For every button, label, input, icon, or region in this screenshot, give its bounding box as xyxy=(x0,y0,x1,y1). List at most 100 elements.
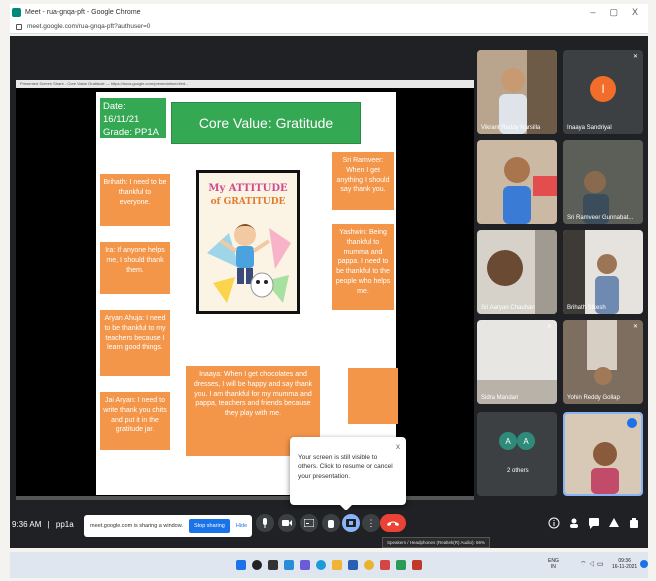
participant-tile-sri-ramveer[interactable]: Sri Ramveer Gunnabat... xyxy=(563,140,643,224)
note-brihath: Brihath: I need to be thankful to everyo… xyxy=(100,174,170,226)
present-button[interactable] xyxy=(342,514,360,532)
app-icon-3[interactable] xyxy=(412,560,422,570)
note-jai-aryan: Jai Aryan: I need to write thank you chi… xyxy=(100,392,170,450)
search-icon[interactable] xyxy=(252,560,262,570)
app-icon[interactable] xyxy=(380,560,390,570)
note-sri-ramveer: Sri Ramveer: When I get anything I shoul… xyxy=(332,152,394,210)
start-icon[interactable] xyxy=(236,560,246,570)
chrome-icon[interactable] xyxy=(364,560,374,570)
participant-tile-sidra[interactable]: ✕ Sidra Mandari xyxy=(477,320,557,404)
phone-hangup-icon xyxy=(387,521,399,526)
participant-tile-sri-aaryan[interactable]: Sri Aaryan Chauhan xyxy=(477,230,557,314)
participant-name: Vikrant Reddy Narsilla xyxy=(481,125,541,131)
avatar-initial: A xyxy=(505,436,511,446)
participant-video xyxy=(477,140,557,224)
share-message: meet.google.com is sharing a window. xyxy=(90,523,183,529)
participant-name: Sri Aaryan Chauhan xyxy=(481,305,535,311)
presentation-paused-popup: x Your screen is still visible to others… xyxy=(290,437,406,511)
hand-icon xyxy=(328,520,334,528)
url-text: meet.google.com/rua-gnqa-pft?authuser=0 xyxy=(27,23,151,30)
chat-app-icon[interactable] xyxy=(300,560,310,570)
hide-button[interactable]: Hide xyxy=(236,523,247,529)
avatar-initial: I xyxy=(601,82,605,96)
participant-video xyxy=(477,230,557,314)
people-icon[interactable] xyxy=(568,517,580,529)
participant-video xyxy=(563,230,643,314)
participant-tile-brihath[interactable]: Brihath Sikesh xyxy=(563,230,643,314)
address-bar[interactable]: meet.google.com/rua-gnqa-pft?authuser=0 xyxy=(10,20,648,34)
tray-clock[interactable]: 09:36 16-11-2021 xyxy=(612,558,637,570)
leave-call-button[interactable] xyxy=(380,514,406,532)
participant-tile-self[interactable] xyxy=(563,412,643,496)
maximize-button[interactable]: ▢ xyxy=(609,7,618,18)
grade-text: Grade: PP1A xyxy=(103,126,159,138)
participant-name: Sidra Mandari xyxy=(481,395,519,401)
file-explorer-icon[interactable] xyxy=(332,560,342,570)
date-box: Date: 16/11/21 Grade: PP1A xyxy=(100,98,166,138)
camera-button[interactable] xyxy=(278,514,296,532)
present-icon xyxy=(346,519,356,527)
edge-icon[interactable] xyxy=(316,560,326,570)
note-ira: Ira: If anyone helps me, I should thank … xyxy=(100,242,170,294)
notification-icon[interactable] xyxy=(640,560,648,568)
wifi-volume-battery-icons[interactable]: ⌔ ◁ ▭ xyxy=(580,560,604,569)
mic-off-icon: ✕ xyxy=(633,54,639,60)
camera-icon xyxy=(282,520,292,526)
sharing-banner: meet.google.com is sharing a window. Sto… xyxy=(84,515,252,537)
lock-icon xyxy=(16,23,22,30)
meeting-code: pp1a xyxy=(55,520,74,529)
browser-title: Meet - rua-gnqa-pft - Google Chrome xyxy=(25,8,141,16)
screen: Meet - rua-gnqa-pft - Google Chrome – ▢ … xyxy=(0,0,656,581)
more-vert-icon: ⋮ xyxy=(366,517,376,528)
host-controls-icon[interactable] xyxy=(628,517,640,529)
task-view-icon[interactable] xyxy=(268,560,278,570)
participant-video xyxy=(563,140,643,224)
book-title-line1: My ATTITUDE xyxy=(208,183,288,194)
slide: Date: 16/11/21 Grade: PP1A Core Value: G… xyxy=(96,92,398,495)
presentation-view: Presented Screen Share - Core Value Grat… xyxy=(16,80,474,500)
captions-button[interactable] xyxy=(300,514,318,532)
stop-sharing-button[interactable]: Stop sharing xyxy=(188,519,230,533)
close-window-button[interactable]: X xyxy=(632,7,638,18)
book-illustration: My ATTITUDE of GRATITUDE xyxy=(199,173,297,311)
tray-language[interactable]: ENG IN xyxy=(548,558,559,570)
avatar-initial: A xyxy=(523,436,529,446)
info-icon[interactable] xyxy=(548,517,560,529)
captions-icon xyxy=(304,519,314,527)
chat-icon[interactable] xyxy=(588,517,600,529)
meet-favicon-icon xyxy=(12,7,21,17)
date-text: Date: 16/11/21 xyxy=(103,101,140,125)
participant-name: Yohin Reddy Gollap xyxy=(567,395,620,401)
avatar: A xyxy=(499,432,517,450)
participant-name: 2 others xyxy=(507,468,529,474)
book-title-line2: of GRATITUDE xyxy=(211,197,286,207)
avatar: A xyxy=(517,432,535,450)
participant-tile-vikrant[interactable]: Vikrant Reddy Narsilla xyxy=(477,50,557,134)
participant-name: Sri Ramveer Gunnabat... xyxy=(567,215,634,221)
raise-hand-button[interactable] xyxy=(322,514,340,532)
participant-tile-yohin[interactable]: ✕ Yohin Reddy Gollap xyxy=(563,320,643,404)
meeting-time: 9:36 AM | pp1a xyxy=(12,520,74,529)
lang-text-2: IN xyxy=(550,564,556,570)
participant-tile-others[interactable]: A A 2 others xyxy=(477,412,557,496)
volume-tooltip: Speakers / Headphones (Realtek(R) Audio)… xyxy=(382,537,491,548)
mic-icon xyxy=(263,518,267,528)
app-icon-2[interactable] xyxy=(396,560,406,570)
widgets-icon[interactable] xyxy=(284,560,294,570)
book-cover-image: My ATTITUDE of GRATITUDE xyxy=(196,170,300,314)
mic-button[interactable] xyxy=(256,514,274,532)
popup-text: Your screen is still visible to others. … xyxy=(298,454,393,480)
participant-video xyxy=(563,320,643,404)
tray-date: 16-11-2021 xyxy=(612,564,638,570)
mic-off-icon: ✕ xyxy=(547,324,553,330)
minimize-button[interactable]: – xyxy=(590,7,595,18)
close-icon[interactable]: x xyxy=(396,441,400,453)
participant-tile-inaaya[interactable]: I ✕ Inaaya Sandriyal xyxy=(563,50,643,134)
more-options-button[interactable]: ⋮ xyxy=(362,514,380,532)
participant-tile-3[interactable] xyxy=(477,140,557,224)
note-empty xyxy=(348,368,398,424)
activities-icon[interactable] xyxy=(608,517,620,529)
browser-titlebar: Meet - rua-gnqa-pft - Google Chrome – ▢ … xyxy=(10,4,648,20)
store-icon[interactable] xyxy=(348,560,358,570)
participant-name: Brihath Sikesh xyxy=(567,305,606,311)
